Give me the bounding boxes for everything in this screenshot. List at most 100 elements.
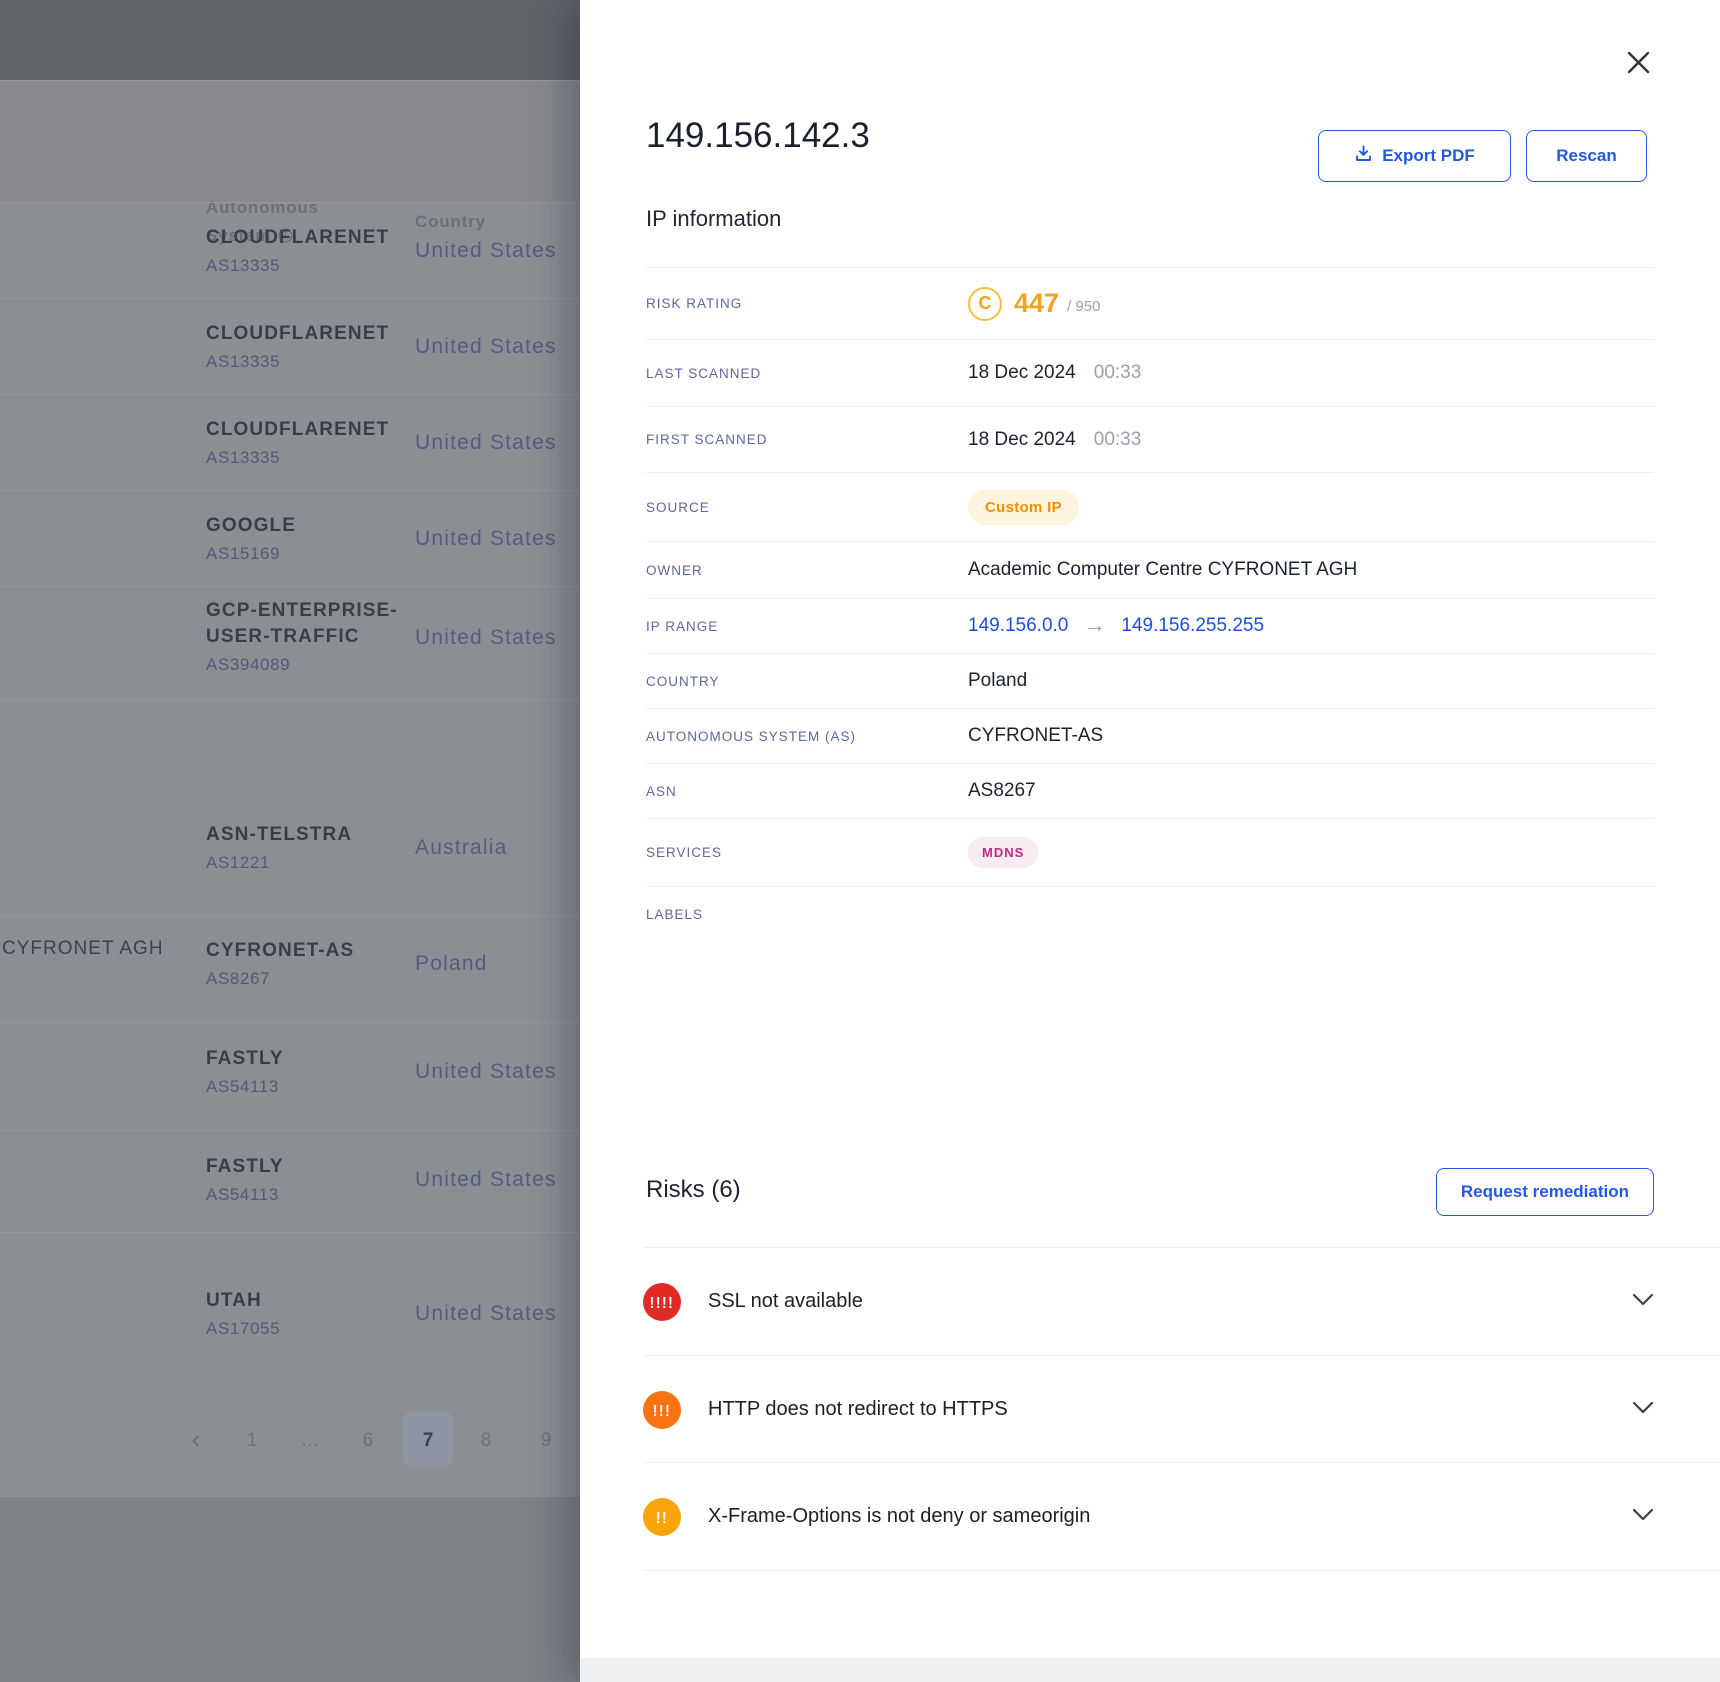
risk-row[interactable]: !!! HTTP does not redirect to HTTPS (643, 1355, 1720, 1463)
as-name: GOOGLE (206, 513, 296, 539)
as-name: CLOUDFLARENET (206, 417, 389, 443)
as-number: AS1221 (206, 853, 270, 873)
risk-row[interactable]: !! X-Frame-Options is not deny or sameori… (643, 1462, 1720, 1570)
as-name: FASTLY (206, 1046, 284, 1072)
info-label: SOURCE (646, 500, 968, 515)
risk-title: X-Frame-Options is not deny or sameorigi… (708, 1505, 1090, 1528)
info-row: IP RANGE149.156.0.0→149.156.255.255 (646, 598, 1654, 653)
info-label: IP RANGE (646, 619, 968, 634)
info-label: LABELS (646, 907, 968, 922)
as-number: AS15169 (206, 544, 280, 564)
risk-row[interactable]: !!!! SSL not available (643, 1247, 1720, 1355)
exclamation-marks: !!!! (650, 1292, 675, 1310)
as-number: AS13335 (206, 256, 280, 276)
background-table-area: Autonomous System Country CLOUDFLARENET A… (0, 0, 580, 1682)
table-header: Autonomous System Country (0, 80, 580, 202)
ip-range-start-link[interactable]: 149.156.0.0 (968, 615, 1068, 637)
risk-score-denominator: / 950 (1067, 298, 1100, 315)
row-divider (0, 80, 580, 81)
export-pdf-label: Export PDF (1382, 146, 1475, 166)
row-divider (0, 700, 580, 701)
as-number: AS54113 (206, 1077, 279, 1097)
row-divider (0, 202, 580, 203)
risk-list-divider (643, 1570, 1720, 1571)
pagination-page: 6 (351, 1430, 385, 1452)
country-cell: United States (415, 239, 557, 263)
as-number: AS54113 (206, 1185, 279, 1205)
row-divider (0, 1022, 580, 1023)
background-toolbar (0, 0, 580, 80)
request-remediation-label: Request remediation (1461, 1182, 1629, 1202)
rescan-button[interactable]: Rescan (1526, 130, 1647, 182)
table-footer-area (0, 1497, 580, 1682)
country-cell: Australia (415, 836, 508, 860)
risk-title: SSL not available (708, 1290, 863, 1313)
ip-range-end-link[interactable]: 149.156.255.255 (1121, 615, 1264, 637)
scan-date: 18 Dec 2024 (968, 362, 1076, 384)
ip-information-heading: IP information (646, 206, 781, 232)
close-button[interactable] (1616, 42, 1660, 86)
info-row: FIRST SCANNED18 Dec 202400:33 (646, 406, 1654, 472)
row-divider (0, 586, 580, 587)
risk-title: HTTP does not redirect to HTTPS (708, 1398, 1008, 1421)
row-divider (0, 394, 580, 395)
as-name: CLOUDFLARENET (206, 321, 389, 347)
info-row: RISK RATINGC447/ 950 (646, 267, 1654, 339)
row-divider (0, 298, 580, 299)
pagination-page: … (293, 1430, 327, 1452)
info-value: Academic Computer Centre CYFRONET AGH (968, 559, 1357, 581)
country-cell: United States (415, 431, 557, 455)
info-label: ASN (646, 784, 968, 799)
chevron-down-icon[interactable] (1632, 1508, 1654, 1526)
as-name: FASTLY (206, 1154, 284, 1180)
owner-cell: CYFRONET AGH (2, 938, 164, 960)
row-divider (0, 915, 580, 916)
next-risk-row-peek (580, 1658, 1720, 1682)
info-row: ASNAS8267 (646, 763, 1654, 818)
info-row: SERVICESMDNS (646, 818, 1654, 886)
as-number: AS13335 (206, 448, 280, 468)
request-remediation-button[interactable]: Request remediation (1436, 1168, 1654, 1216)
as-number: AS8267 (206, 969, 270, 989)
info-label: LAST SCANNED (646, 366, 968, 381)
row-divider (0, 1130, 580, 1131)
risks-heading: Risks (6) (646, 1176, 741, 1204)
row-divider (0, 1232, 580, 1233)
service-badge: MDNS (968, 837, 1038, 868)
scan-time: 00:33 (1094, 362, 1142, 384)
country-cell: Poland (415, 952, 488, 976)
rescan-label: Rescan (1556, 146, 1616, 166)
export-pdf-button[interactable]: Export PDF (1318, 130, 1511, 182)
info-label: SERVICES (646, 845, 968, 860)
exclamation-marks: !! (656, 1507, 668, 1525)
as-name: ASN-TELSTRA (206, 822, 352, 848)
info-row: SOURCECustom IP (646, 472, 1654, 541)
column-header-autonomous-system-line1: Autonomous (206, 198, 319, 218)
info-label: RISK RATING (646, 296, 968, 311)
info-row: COUNTRYPoland (646, 653, 1654, 708)
as-number: AS394089 (206, 655, 290, 675)
download-icon (1354, 144, 1373, 168)
as-name: UTAH (206, 1288, 262, 1314)
pagination-prev-icon: ‹ (179, 1424, 213, 1455)
info-row: OWNERAcademic Computer Centre CYFRONET A… (646, 541, 1654, 598)
risk-severity-icon: !!! (643, 1391, 681, 1429)
info-label: COUNTRY (646, 674, 968, 689)
risk-rating-value: C447/ 950 (968, 287, 1100, 321)
as-name: CYFRONET-AS (206, 938, 354, 964)
risk-severity-icon: !!!! (643, 1283, 681, 1321)
as-name: USER-TRAFFIC (206, 624, 360, 650)
chevron-down-icon[interactable] (1632, 1293, 1654, 1311)
country-cell: United States (415, 335, 557, 359)
row-divider (0, 490, 580, 491)
chevron-down-icon[interactable] (1632, 1401, 1654, 1419)
page-title: 149.156.142.3 (646, 116, 870, 156)
info-label: OWNER (646, 563, 968, 578)
info-value: Poland (968, 670, 1027, 692)
country-cell: United States (415, 1060, 557, 1084)
as-name: GCP-ENTERPRISE- (206, 598, 398, 624)
column-header-country: Country (415, 212, 486, 232)
pagination-page: 9 (529, 1430, 563, 1452)
info-row: AUTONOMOUS SYSTEM (AS)CYFRONET-AS (646, 708, 1654, 763)
pagination-page: 1 (235, 1430, 269, 1452)
